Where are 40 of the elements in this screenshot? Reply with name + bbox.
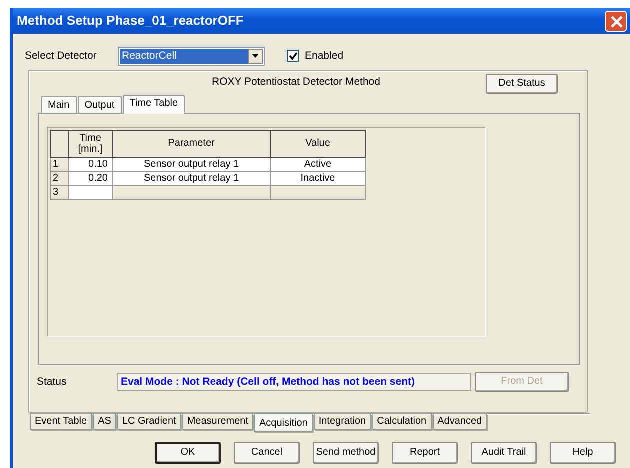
window-title: Method Setup Phase_01_reactorOFF xyxy=(17,13,244,29)
row-number: 2 xyxy=(50,172,68,186)
close-button[interactable] xyxy=(605,10,627,32)
tab[interactable]: Calculation xyxy=(372,414,432,430)
row-number: 1 xyxy=(50,158,68,172)
dialog-button[interactable]: Report xyxy=(392,442,458,464)
column-header: Value xyxy=(270,130,366,158)
dialog-button[interactable]: Help xyxy=(550,442,616,464)
tab[interactable]: LC Gradient xyxy=(117,414,182,430)
table-cell: 0.20 xyxy=(68,172,112,186)
table-cell: Inactive xyxy=(270,172,366,186)
table-cell: Sensor output relay 1 xyxy=(112,158,270,172)
table-cell: Sensor output relay 1 xyxy=(112,172,270,186)
status-message: Eval Mode : Not Ready (Cell off, Method has not been sent) xyxy=(117,373,471,391)
checkbox-label: Enabled xyxy=(305,50,344,62)
column-header: Parameter xyxy=(112,130,270,158)
tab[interactable]: Integration xyxy=(314,414,372,430)
det-status-button[interactable]: Det Status xyxy=(486,74,558,94)
table-header xyxy=(50,130,68,158)
tab[interactable]: Time Table xyxy=(122,95,186,114)
tab[interactable]: AS xyxy=(93,414,116,430)
dialog-button[interactable]: Send method xyxy=(313,442,379,464)
tab[interactable]: Main xyxy=(41,96,77,114)
dialog-button[interactable]: Cancel xyxy=(234,442,300,464)
column-header: Time [min.] xyxy=(68,130,112,158)
dialog-button[interactable]: Audit Trail xyxy=(471,442,537,464)
field-label: Select Detector xyxy=(25,50,98,62)
table-cell: 0.10 xyxy=(68,158,112,172)
tab[interactable]: Measurement xyxy=(182,414,254,430)
status-label: Status xyxy=(36,376,68,388)
tab[interactable]: Event Table xyxy=(30,414,92,430)
table-cell: Active xyxy=(270,158,366,172)
tab[interactable]: Output xyxy=(78,96,122,114)
enabled-checkbox[interactable] xyxy=(287,50,299,62)
tab[interactable]: Advanced xyxy=(432,414,488,430)
dialog-button[interactable]: OK xyxy=(155,442,221,464)
detector-dropdown[interactable]: ReactorCell xyxy=(118,46,265,66)
tab[interactable]: Acquisition xyxy=(254,414,313,432)
row-number: 3 xyxy=(50,186,68,200)
table-cell xyxy=(68,186,112,200)
